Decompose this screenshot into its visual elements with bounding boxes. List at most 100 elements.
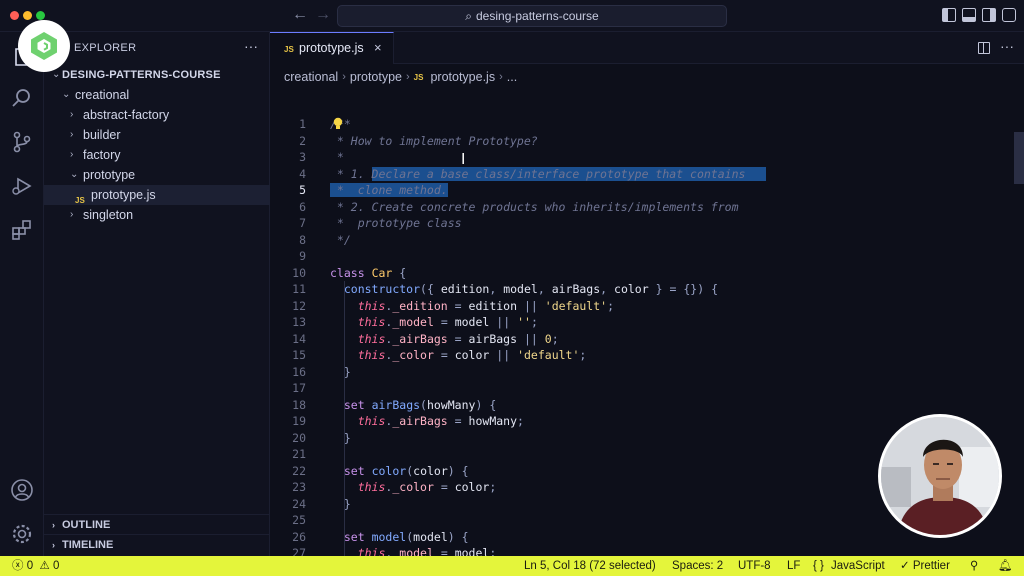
workspace-root[interactable]: ⌄ DESING-PATTERNS-COURSE — [44, 65, 270, 85]
code-text: this._airBags = howMany; — [357, 414, 524, 428]
code-line[interactable]: 14 this._airBags = airBags || 0; — [270, 331, 1010, 348]
breadcrumb-item[interactable]: prototype — [350, 70, 402, 84]
line-number: 6 — [299, 199, 306, 214]
notifications-bell-icon[interactable]: 🔔︎ — [998, 556, 1013, 576]
code-line[interactable]: 18 set airBags(howMany) { — [270, 397, 1010, 414]
javascript-file-icon: JS — [413, 72, 424, 82]
language-braces-icon: { } — [813, 560, 824, 572]
line-number: 1 — [299, 117, 306, 131]
code-text: this._airBags = airBags || 0; — [357, 331, 559, 346]
breadcrumb: creational › prototype › JS prototype.js… — [284, 68, 517, 86]
code-text: * 1. Declare a base class/interface prot… — [330, 166, 767, 181]
search-icon[interactable] — [10, 86, 34, 110]
tab-prototype-js[interactable]: JS prototype.js × — [270, 32, 394, 64]
maximize-window-button[interactable] — [36, 11, 45, 20]
settings-gear-icon[interactable] — [10, 522, 34, 546]
lightbulb-icon[interactable] — [332, 117, 344, 131]
more-actions-icon[interactable]: ··· — [1000, 38, 1014, 54]
command-center-search[interactable]: ⌕ desing-patterns-course — [337, 5, 727, 27]
forward-arrow-icon[interactable]: → — [315, 6, 331, 24]
code-line[interactable]: 26 set model(model) { — [270, 529, 1010, 546]
language-mode[interactable]: JavaScript — [831, 556, 885, 576]
tab-bar: JS prototype.js × ··· — [270, 32, 1024, 64]
code-line[interactable]: 8 */ — [270, 232, 1010, 249]
code-line[interactable]: 17 — [270, 380, 1010, 397]
back-arrow-icon[interactable]: ← — [292, 6, 308, 24]
tree-item-prototype-js[interactable]: JS prototype.js — [44, 185, 270, 205]
line-number: 21 — [292, 447, 306, 461]
code-line[interactable]: 4 * 1. Declare a base class/interface pr… — [270, 166, 1010, 183]
code-line[interactable]: 12 this._edition = edition || 'default'; — [270, 298, 1010, 315]
code-line[interactable]: 6 * 2. Create concrete products who inhe… — [270, 199, 1010, 216]
timeline-section[interactable]: › TIMELINE — [44, 534, 270, 554]
line-number: 16 — [292, 364, 306, 379]
minimize-window-button[interactable] — [23, 11, 32, 20]
tree-item-builder[interactable]: › builder — [44, 125, 270, 145]
tree-item-label: prototype — [83, 168, 136, 182]
feedback-icon[interactable]: ⚲ — [970, 556, 978, 576]
breadcrumb-item[interactable]: prototype.js — [430, 70, 495, 84]
code-line[interactable]: 1/** — [270, 116, 1010, 133]
customize-layout-icon[interactable] — [1002, 8, 1016, 22]
tree-item-label: creational — [75, 88, 130, 102]
line-number: 26 — [292, 529, 306, 544]
code-line[interactable]: 3 * — [270, 149, 1010, 166]
tree-item-abstract-factory[interactable]: › abstract-factory — [44, 105, 270, 125]
encoding[interactable]: UTF-8 — [738, 556, 771, 576]
line-number: 13 — [292, 315, 306, 329]
tree-item-singleton[interactable]: › singleton — [44, 205, 270, 225]
code-line[interactable]: 11 constructor({ edition, model, airBags… — [270, 281, 1010, 298]
source-control-icon[interactable] — [10, 130, 34, 154]
code-text: set airBags(howMany) { — [343, 397, 497, 412]
code-line[interactable]: 7 * prototype class — [270, 215, 1010, 232]
tab-label: prototype.js — [299, 41, 364, 55]
editor-scrollbar[interactable] — [1014, 132, 1024, 184]
mouse-cursor-icon: I — [461, 150, 466, 168]
indentation[interactable]: Spaces: 2 — [672, 556, 723, 576]
code-line[interactable]: 2 * How to implement Prototype? — [270, 133, 1010, 150]
outline-section[interactable]: › OUTLINE — [44, 514, 270, 534]
tree-item-label: prototype.js — [91, 188, 156, 202]
line-number: 4 — [299, 166, 306, 181]
toggle-primary-sidebar-icon[interactable] — [942, 8, 956, 22]
breadcrumb-item[interactable]: ... — [507, 70, 517, 84]
code-text: this._color = color || 'default'; — [357, 348, 587, 362]
split-editor-icon[interactable] — [978, 42, 990, 54]
code-line[interactable]: 9 — [270, 248, 1010, 265]
breadcrumb-item[interactable]: creational — [284, 70, 338, 84]
toggle-secondary-sidebar-icon[interactable] — [982, 8, 996, 22]
code-line[interactable]: 10 class Car { — [270, 265, 1010, 282]
chevron-right-icon: › — [342, 71, 346, 83]
prettier-status[interactable]: ✓ Prettier — [900, 556, 950, 576]
code-text: * — [330, 150, 344, 164]
line-number: 24 — [292, 496, 306, 511]
more-actions-icon[interactable]: ··· — [244, 38, 258, 54]
toggle-panel-icon[interactable] — [962, 8, 976, 22]
code-text: * prototype class — [330, 216, 462, 230]
close-icon[interactable]: × — [374, 40, 382, 55]
code-line[interactable]: 19 this._airBags = howMany; — [270, 413, 1010, 430]
code-text: * How to implement Prototype? — [330, 133, 538, 148]
line-number: 14 — [292, 331, 306, 346]
end-of-line[interactable]: LF — [787, 556, 800, 576]
close-window-button[interactable] — [10, 11, 19, 20]
problems-indicator[interactable]: ⓧ 0 ⚠ 0 — [12, 556, 59, 576]
code-line[interactable]: 5 * clone method. — [270, 182, 1010, 199]
cursor-position[interactable]: Ln 5, Col 18 (72 selected) — [524, 556, 656, 576]
tree-item-prototype[interactable]: ⌄ prototype — [44, 165, 270, 185]
line-number: 18 — [292, 397, 306, 412]
code-text: class Car { — [330, 265, 407, 280]
extensions-icon[interactable] — [10, 218, 34, 242]
line-number: 11 — [292, 282, 306, 296]
code-text: constructor({ edition, model, airBags, c… — [343, 282, 719, 296]
prettier-label: Prettier — [912, 560, 950, 572]
line-number: 3 — [299, 150, 306, 164]
code-line[interactable]: 15 this._color = color || 'default'; — [270, 347, 1010, 364]
tree-item-creational[interactable]: ⌄ creational — [44, 85, 270, 105]
code-line[interactable]: 13 this._model = model || ''; — [270, 314, 1010, 331]
account-icon[interactable] — [10, 478, 34, 502]
code-line[interactable]: 16 } — [270, 364, 1010, 381]
tree-item-factory[interactable]: › factory — [44, 145, 270, 165]
run-debug-icon[interactable] — [10, 174, 34, 198]
webcam-overlay — [878, 414, 1002, 538]
